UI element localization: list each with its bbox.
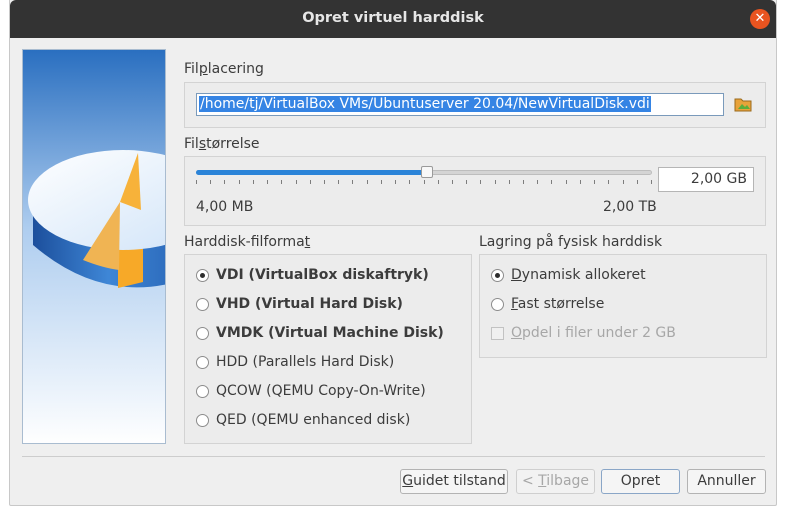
dialog-window: Opret virtuel harddisk ✕ Filplacering /h… bbox=[9, 0, 777, 506]
size-min-label: 4,00 MB bbox=[196, 199, 254, 215]
radio-button[interactable] bbox=[196, 327, 209, 340]
window-title: Opret virtuel harddisk bbox=[302, 10, 484, 26]
file-size-slider-fill bbox=[196, 170, 427, 175]
radio-button[interactable] bbox=[491, 298, 504, 311]
slider-tick bbox=[466, 180, 467, 184]
radio-button[interactable] bbox=[196, 414, 209, 427]
slider-tick bbox=[296, 180, 297, 184]
file-size-input[interactable]: 2,00 GB bbox=[658, 167, 754, 192]
slider-tick bbox=[551, 180, 552, 184]
slider-tick bbox=[281, 180, 282, 184]
slider-tick bbox=[210, 180, 211, 184]
back-button: < Tilbage bbox=[516, 469, 595, 494]
slider-tick bbox=[310, 180, 311, 184]
slider-tick bbox=[480, 180, 481, 184]
file-size-slider-ticks bbox=[196, 180, 652, 185]
cancel-button[interactable]: Annuller bbox=[687, 469, 766, 494]
slider-tick bbox=[438, 180, 439, 184]
checkbox bbox=[491, 327, 504, 340]
slider-tick bbox=[267, 180, 268, 184]
slider-tick bbox=[253, 180, 254, 184]
slider-tick bbox=[395, 180, 396, 184]
slider-tick bbox=[196, 180, 197, 184]
storage-label: Lagring på fysisk harddisk bbox=[479, 234, 663, 250]
slider-tick bbox=[495, 180, 496, 184]
slider-tick bbox=[338, 180, 339, 184]
slider-tick bbox=[566, 180, 567, 184]
radio-button[interactable] bbox=[196, 385, 209, 398]
guided-mode-button[interactable]: Guidet tilstand bbox=[400, 469, 508, 494]
close-icon[interactable]: ✕ bbox=[750, 9, 770, 29]
wizard-disk-graphic bbox=[22, 49, 166, 444]
slider-tick bbox=[623, 180, 624, 184]
title-bar[interactable]: Opret virtuel harddisk ✕ bbox=[10, 0, 776, 38]
slider-tick bbox=[239, 180, 240, 184]
file-size-label: Filstørrelse bbox=[184, 136, 260, 152]
slider-tick bbox=[509, 180, 510, 184]
slider-tick bbox=[224, 180, 225, 184]
slider-tick bbox=[367, 180, 368, 184]
slider-tick bbox=[523, 180, 524, 184]
slider-tick bbox=[409, 180, 410, 184]
separator bbox=[22, 456, 765, 457]
slider-tick bbox=[352, 180, 353, 184]
disk-format-label: Harddisk-filformat bbox=[184, 234, 311, 250]
radio-button[interactable] bbox=[491, 269, 504, 282]
slider-tick bbox=[594, 180, 595, 184]
radio-button[interactable] bbox=[196, 269, 209, 282]
file-location-label: Filplacering bbox=[184, 61, 264, 77]
slider-tick bbox=[452, 180, 453, 184]
folder-icon[interactable] bbox=[733, 94, 753, 114]
file-path-input[interactable]: /home/tj/VirtualBox VMs/Ubuntuserver 20.… bbox=[196, 93, 724, 116]
slider-tick bbox=[651, 180, 652, 184]
create-button[interactable]: Opret bbox=[601, 469, 680, 494]
radio-button[interactable] bbox=[196, 356, 209, 369]
radio-button[interactable] bbox=[196, 298, 209, 311]
slider-tick bbox=[381, 180, 382, 184]
slider-tick bbox=[637, 180, 638, 184]
slider-tick bbox=[424, 180, 425, 184]
file-size-slider-handle[interactable] bbox=[420, 166, 433, 178]
slider-tick bbox=[580, 180, 581, 184]
size-max-label: 2,00 TB bbox=[603, 199, 657, 215]
slider-tick bbox=[324, 180, 325, 184]
slider-tick bbox=[537, 180, 538, 184]
slider-tick bbox=[608, 180, 609, 184]
